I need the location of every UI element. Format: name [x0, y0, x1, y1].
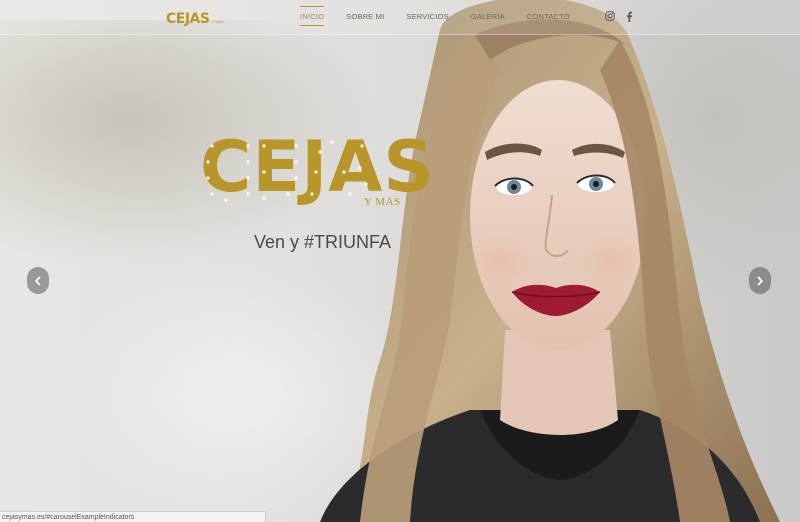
- carousel-prev-button[interactable]: [27, 267, 49, 294]
- instagram-icon[interactable]: [604, 10, 616, 22]
- site-logo[interactable]: CEJAS Y MAS: [166, 7, 224, 27]
- nav-item-sobre-mi[interactable]: SOBRE MI: [346, 0, 384, 34]
- hero-portrait-image: [320, 0, 780, 522]
- nav-item-contacto[interactable]: CONTACTO: [527, 0, 570, 34]
- nav-item-servicios[interactable]: SERVICIOS: [406, 0, 449, 34]
- nav-item-inicio[interactable]: INICIO: [300, 0, 325, 34]
- carousel-next-button[interactable]: [749, 267, 771, 294]
- logo-text: CEJAS: [166, 11, 210, 27]
- status-bar-url: cejasymas.es/#carouselExampleIndicators: [0, 511, 266, 522]
- hero-brand-subtext: Y MAS: [364, 196, 401, 208]
- facebook-icon[interactable]: [623, 10, 635, 22]
- logo-subtext: Y MAS: [211, 19, 224, 24]
- nav-item-galeria[interactable]: GALERÍA: [471, 0, 505, 34]
- social-links: [604, 8, 635, 24]
- marquee-lights-decoration: [206, 140, 368, 202]
- main-nav: INICIO SOBRE MI SERVICIOS GALERÍA CONTAC…: [300, 0, 570, 34]
- chevron-right-icon: [757, 275, 764, 286]
- chevron-left-icon: [34, 275, 41, 286]
- hero-tagline: Ven y #TRIUNFA: [254, 232, 392, 252]
